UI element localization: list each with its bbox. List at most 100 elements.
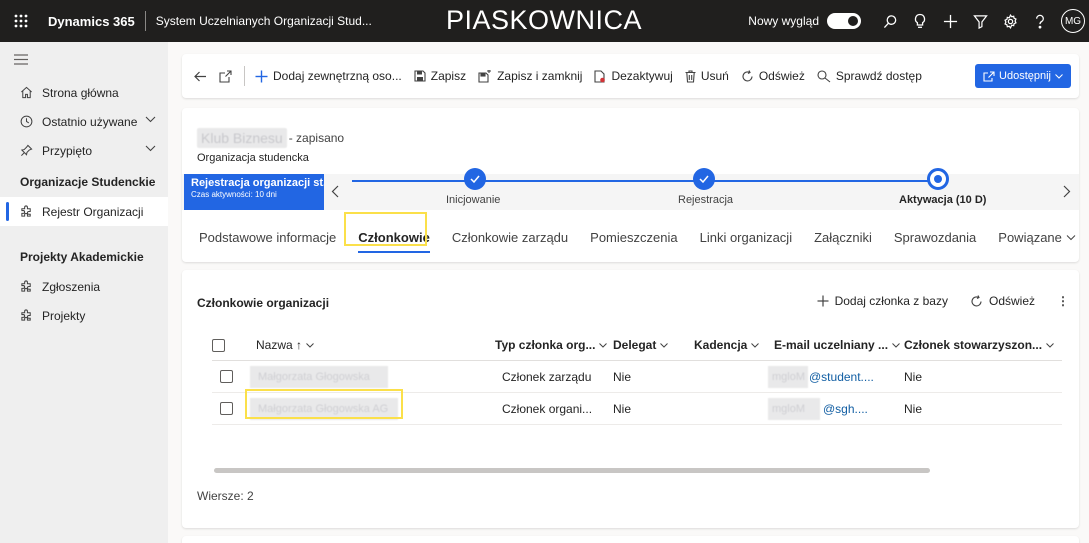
stage-node-activation[interactable] — [927, 168, 949, 190]
table-row[interactable]: Małgorzata Głogowska Członek zarządu Nie… — [212, 361, 1062, 393]
share-button[interactable]: Udostępnij — [975, 64, 1071, 88]
new-look-toggle[interactable] — [827, 13, 861, 29]
chevron-down-icon[interactable] — [145, 145, 156, 152]
tab-basic-info[interactable]: Podstawowe informacje — [197, 226, 338, 249]
delegate-cell: Nie — [613, 402, 632, 416]
nav-item-projects[interactable]: Projekty — [0, 301, 168, 330]
open-new-window-button[interactable] — [219, 69, 232, 83]
stage-node-registration[interactable] — [693, 168, 715, 190]
nav-group-header: Organizacje Studenckie — [20, 175, 156, 189]
member-type-cell: Członek zarządu — [502, 370, 592, 384]
nav-item-applications[interactable]: Zgłoszenia — [0, 272, 168, 301]
lightbulb-icon[interactable] — [905, 0, 935, 42]
delegate-cell: Nie — [613, 370, 632, 384]
member-name-link[interactable]: Małgorzata Głogowska AG — [250, 398, 398, 420]
puzzle-icon — [20, 309, 38, 322]
row-checkbox[interactable] — [220, 402, 233, 415]
top-bar: Dynamics 365 System Uczelnianych Organiz… — [0, 0, 1089, 42]
clock-icon — [20, 115, 38, 128]
add-external-person-button[interactable]: Dodaj zewnętrzną oso... — [255, 69, 402, 83]
rows-count: Wiersze: 2 — [197, 489, 254, 503]
stage-label[interactable]: Rejestracja — [678, 194, 733, 206]
record-name: Klub Biznesu — [197, 128, 287, 148]
chevron-down-icon[interactable] — [145, 116, 156, 123]
tab-board-members[interactable]: Członkowie zarządu — [450, 226, 570, 249]
hamburger-icon[interactable] — [0, 42, 168, 78]
stage-label[interactable]: Inicjowanie — [446, 194, 500, 206]
members-subgrid: Członkowie organizacji Dodaj członka z b… — [182, 270, 1079, 528]
check-access-button[interactable]: Sprawdź dostęp — [817, 69, 922, 83]
nav-recent[interactable]: Ostatnio używane — [0, 107, 168, 136]
select-all-checkbox[interactable] — [212, 330, 225, 360]
column-header-email[interactable]: E-mail uczelniany ... — [774, 330, 900, 360]
email-link[interactable]: @student.... — [809, 370, 874, 384]
topbar-divider — [144, 11, 146, 31]
refresh-icon — [741, 69, 754, 83]
subgrid-refresh-button[interactable]: Odśwież — [970, 294, 1035, 308]
key-search-icon — [817, 69, 831, 83]
tab-members[interactable]: Członkowie — [356, 226, 432, 253]
pin-icon — [20, 144, 38, 157]
left-navigation: Strona główna Ostatnio używane Przypięto… — [0, 42, 168, 543]
save-and-close-button[interactable]: Zapisz i zamknij — [478, 69, 582, 83]
next-section-card — [182, 536, 1079, 543]
puzzle-icon — [20, 280, 38, 293]
bpf-next-arrow[interactable] — [1063, 185, 1071, 198]
table-row[interactable]: Małgorzata Głogowska AG Członek organi..… — [212, 393, 1062, 425]
save-status: - zapisano — [288, 131, 345, 145]
active-stage-flyout[interactable]: Rejestracja organizacji st... Czas aktyw… — [184, 174, 324, 210]
trash-icon — [685, 69, 696, 83]
tab-rooms[interactable]: Pomieszczenia — [588, 226, 679, 249]
stage-label-current[interactable]: Aktywacja (10 D) — [899, 194, 986, 206]
save-button[interactable]: Zapisz — [414, 69, 466, 83]
stage-node-initiation[interactable] — [464, 168, 486, 190]
column-header-delegate[interactable]: Delegat — [613, 330, 669, 360]
chevron-down-icon — [306, 342, 314, 348]
member-name-link[interactable]: Małgorzata Głogowska — [250, 366, 388, 388]
row-checkbox[interactable] — [220, 370, 233, 383]
column-header-term[interactable]: Kadencja — [694, 330, 760, 360]
association-cell: Nie — [904, 370, 923, 384]
nav-pinned[interactable]: Przypięto — [0, 136, 168, 165]
nav-home[interactable]: Strona główna — [0, 78, 168, 107]
plus-icon[interactable] — [935, 0, 965, 42]
brand-link[interactable]: Dynamics 365 — [48, 14, 135, 29]
gear-icon[interactable] — [995, 0, 1025, 42]
app-launcher-icon[interactable] — [0, 0, 42, 42]
column-header-association[interactable]: Członek stowarzyszon... — [904, 330, 1054, 360]
plus-icon — [255, 70, 268, 83]
column-header-name[interactable]: Nazwa ↑ — [256, 330, 314, 360]
bpf-prev-arrow[interactable] — [331, 185, 339, 198]
back-button[interactable] — [194, 71, 207, 82]
plus-icon — [817, 295, 829, 307]
member-type-cell: Członek organi... — [502, 402, 593, 416]
email-prefix: mgloM — [768, 366, 808, 388]
nav-item-organization-register[interactable]: Rejestr Organizacji — [0, 197, 168, 226]
filter-icon[interactable] — [965, 0, 995, 42]
chevron-down-icon — [660, 342, 669, 348]
horizontal-scrollbar[interactable] — [214, 468, 930, 473]
refresh-button[interactable]: Odśwież — [741, 69, 805, 83]
tab-related[interactable]: Powiązane — [996, 226, 1077, 249]
email-link[interactable]: @sgh.... — [823, 402, 868, 416]
more-commands-icon[interactable]: ⋮ — [1057, 294, 1069, 308]
delete-button[interactable]: Usuń — [685, 69, 729, 83]
record-header: Klub Biznesu - zapisano Organizacja stud… — [182, 108, 1079, 262]
tab-attachments[interactable]: Załączniki — [812, 226, 874, 249]
chevron-down-icon — [599, 342, 608, 348]
app-name[interactable]: System Uczelnianych Organizacji Stud... — [156, 14, 372, 28]
environment-banner: PIASKOWNICA — [446, 5, 643, 35]
deactivate-button[interactable]: Dezaktywuj — [594, 69, 673, 83]
tab-links[interactable]: Linki organizacji — [698, 226, 795, 249]
column-header-member-type[interactable]: Typ członka org... — [495, 330, 608, 360]
avatar[interactable]: MG — [1061, 9, 1085, 33]
tab-reports[interactable]: Sprawozdania — [892, 226, 978, 249]
save-close-icon — [478, 69, 492, 83]
bpf-progress-line — [352, 180, 938, 182]
add-member-button[interactable]: Dodaj członka z bazy — [817, 294, 948, 308]
search-icon[interactable] — [875, 0, 905, 42]
share-icon — [983, 70, 995, 82]
record-title: Klub Biznesu - zapisano — [197, 128, 344, 148]
deactivate-icon — [594, 69, 606, 83]
help-icon[interactable] — [1025, 0, 1055, 42]
